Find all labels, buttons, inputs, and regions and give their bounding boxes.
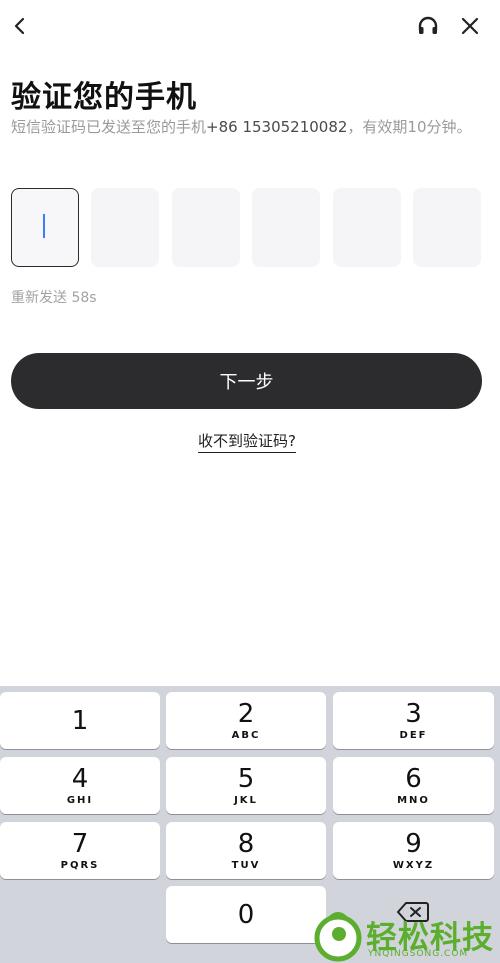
subtitle-suffix: ，有效期10分钟。: [347, 118, 472, 136]
no-code-link-wrapper: 收不到验证码?: [0, 430, 494, 453]
key-9[interactable]: 9 WXYZ: [333, 822, 494, 879]
key-4[interactable]: 4 GHI: [0, 757, 160, 814]
key-7-letters: PQRS: [60, 859, 100, 871]
code-digit-4[interactable]: [252, 188, 321, 267]
top-bar: [0, 0, 500, 52]
no-code-link[interactable]: 收不到验证码?: [198, 432, 296, 453]
key-5-letters: JKL: [234, 794, 258, 806]
phone-number: +86 15305210082: [206, 118, 348, 136]
customer-service-button[interactable]: [412, 10, 444, 42]
chevron-left-icon: [14, 17, 25, 35]
watermark-logo-icon: [314, 912, 362, 962]
back-button[interactable]: [4, 10, 36, 42]
next-step-button[interactable]: 下一步: [11, 353, 482, 409]
key-5[interactable]: 5 JKL: [166, 757, 326, 814]
key-8[interactable]: 8 TUV: [166, 822, 326, 879]
watermark-subtext: YNQINGSONG.COM: [368, 949, 469, 959]
key-4-number: 4: [71, 763, 89, 794]
key-0[interactable]: 0: [166, 886, 326, 943]
key-7-number: 7: [71, 828, 89, 859]
close-icon: [461, 17, 479, 35]
code-digit-3[interactable]: [171, 188, 240, 267]
page-title: 验证您的手机: [11, 80, 197, 115]
code-digit-6[interactable]: [412, 188, 481, 267]
key-2-number: 2: [237, 698, 255, 729]
key-6-letters: MNO: [397, 794, 430, 806]
key-0-number: 0: [237, 899, 255, 930]
code-digit-2[interactable]: [91, 188, 160, 267]
watermark: 轻松科技 YNQINGSONG.COM: [312, 910, 500, 963]
subtitle-prefix: 短信验证码已发送至您的手机: [11, 118, 207, 136]
verification-code-inputs: [11, 188, 481, 267]
key-7[interactable]: 7 PQRS: [0, 822, 160, 879]
resend-countdown: 重新发送 58s: [11, 290, 97, 306]
headset-icon: [418, 16, 438, 34]
key-1[interactable]: 1: [0, 692, 160, 749]
code-digit-5[interactable]: [332, 188, 401, 267]
key-4-letters: GHI: [66, 794, 94, 806]
key-9-letters: WXYZ: [392, 859, 435, 871]
key-5-number: 5: [237, 763, 255, 794]
key-3-letters: DEF: [399, 729, 428, 741]
key-8-letters: TUV: [231, 859, 261, 871]
key-3[interactable]: 3 DEF: [333, 692, 494, 749]
code-digit-1[interactable]: [11, 188, 79, 267]
key-9-number: 9: [405, 828, 422, 859]
key-2-letters: ABC: [231, 729, 261, 741]
text-caret: [43, 214, 45, 238]
key-6[interactable]: 6 MNO: [333, 757, 494, 814]
key-2[interactable]: 2 ABC: [166, 692, 326, 749]
close-button[interactable]: [454, 10, 486, 42]
key-3-number: 3: [405, 698, 422, 729]
key-1-number: 1: [71, 705, 89, 736]
key-8-number: 8: [237, 828, 255, 859]
page-subtitle: 短信验证码已发送至您的手机+86 15305210082，有效期10分钟。: [11, 116, 481, 138]
key-6-number: 6: [405, 763, 422, 794]
